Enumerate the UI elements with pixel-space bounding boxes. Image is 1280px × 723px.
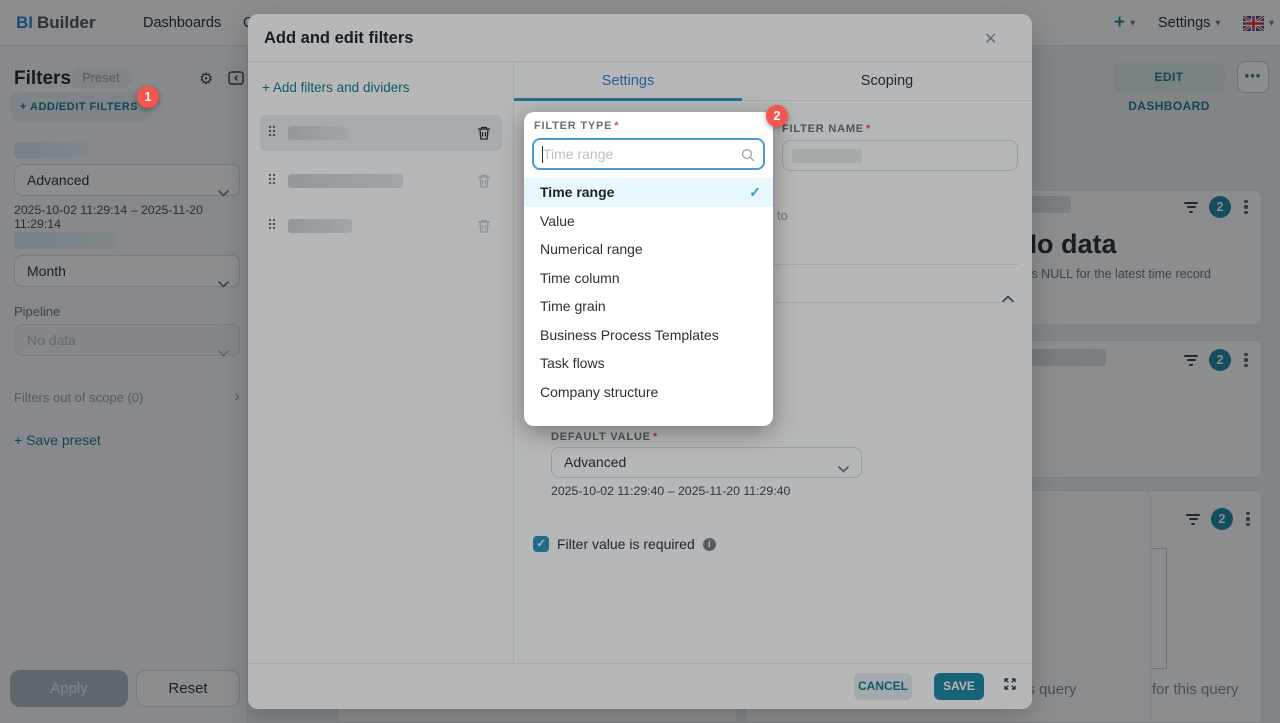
option-label: Time column [540, 270, 620, 286]
filter-type-spotlight: FILTER TYPE* Time range ✓ Value Numerica… [524, 112, 773, 426]
tour-step-badge-2: 2 [766, 105, 788, 127]
option-label: Business Process Templates [540, 327, 719, 343]
option-label: Company structure [540, 384, 658, 400]
dropdown-option-task-flows[interactable]: Task flows [524, 349, 773, 378]
dropdown-option-time-grain[interactable]: Time grain [524, 292, 773, 321]
dropdown-option-numerical-range[interactable]: Numerical range [524, 235, 773, 264]
option-label: Value [540, 213, 575, 229]
dropdown-option-company-structure[interactable]: Company structure [524, 378, 773, 407]
option-label: Numerical range [540, 241, 643, 257]
filter-type-dropdown: Time range ✓ Value Numerical range Time … [524, 178, 773, 406]
tour-step-badge-1: 1 [137, 86, 159, 108]
screen: BIBuilder Dashboards C + ▾ Settings ▾ ▾ … [0, 0, 1280, 723]
option-label: Time grain [540, 298, 606, 314]
filter-type-search-box [532, 138, 765, 170]
option-label: Task flows [540, 355, 605, 371]
option-label: Time range [540, 184, 614, 200]
filter-type-label: FILTER TYPE* [534, 120, 619, 132]
filter-type-search-input[interactable] [543, 142, 738, 166]
dropdown-option-business-process-templates[interactable]: Business Process Templates [524, 321, 773, 350]
dropdown-option-time-range[interactable]: Time range ✓ [524, 178, 773, 207]
dropdown-option-value[interactable]: Value [524, 207, 773, 236]
search-icon [741, 148, 755, 167]
filter-type-label-text: FILTER TYPE [534, 120, 612, 132]
check-icon: ✓ [749, 184, 761, 201]
required-asterisk: * [614, 120, 619, 132]
dropdown-option-time-column[interactable]: Time column [524, 264, 773, 293]
